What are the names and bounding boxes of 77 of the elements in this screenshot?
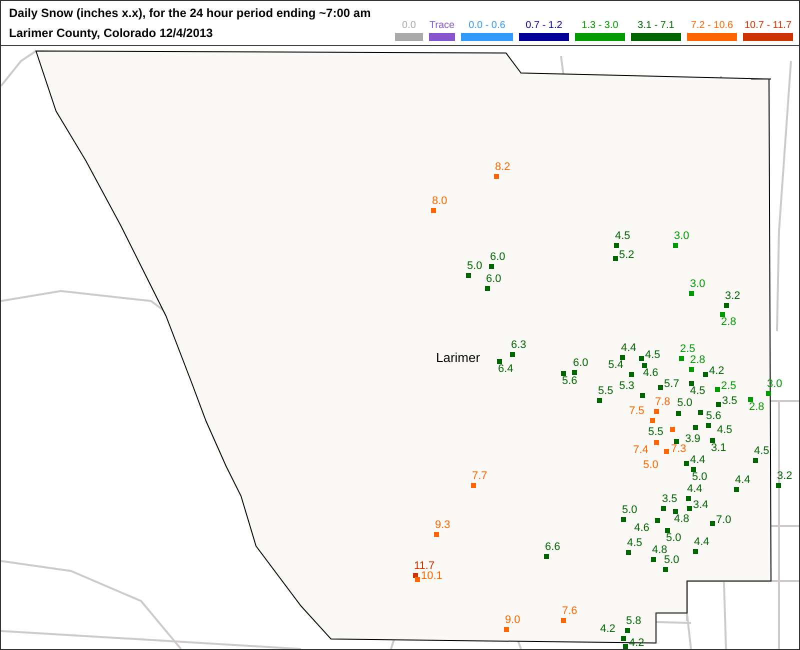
snowfall-value: 3.2 [725,291,740,302]
snowfall-value: 5.3 [619,381,634,392]
snowfall-value: 8.0 [432,196,448,207]
snowfall-value: 3.5 [722,396,738,407]
snowfall-value: 5.5 [648,427,664,438]
snowfall-value: 3.9 [685,434,700,445]
map-title: Daily Snow (inches x.x), for the 24 hour period ending ~7:00 am [9,6,371,20]
snowfall-value: 5.0 [692,472,708,483]
snowfall-value: 5.0 [622,505,638,516]
legend-label: Trace [429,20,455,32]
legend-label: 7.2 - 10.6 [690,20,734,32]
snowfall-value: 3.5 [662,494,678,505]
map-subtitle: Larimer County, Colorado 12/4/2013 [9,26,214,40]
snowfall-value: 4.8 [652,545,668,556]
snowfall-value: 2.8 [749,402,764,413]
snowfall-value: 4.4 [690,455,706,466]
snowfall-value: 4.2 [600,624,616,635]
snowfall-value: 5.0 [467,261,482,272]
snowfall-value: 5.0 [664,555,680,566]
snowfall-value: 5.0 [677,398,692,409]
snowfall-value: 4.6 [643,368,658,379]
snowfall-value: 7.4 [633,445,648,456]
snowfall-value: 4.4 [621,343,636,354]
snowfall-value: 7.0 [716,515,732,526]
snowfall-value: 5.5 [598,386,614,397]
snowfall-value: 3.1 [711,443,726,454]
snowfall-value: 2.8 [690,355,706,366]
county-label: Larimer [436,350,480,365]
snowfall-value: 4.5 [615,231,630,242]
snowfall-value: 8.2 [495,162,510,173]
legend-label: 0.0 - 0.6 [468,20,506,32]
snowfall-value: 6.4 [498,364,514,375]
snowfall-value: 3.4 [693,500,708,511]
snowfall-value: 2.8 [721,317,736,328]
snowfall-value: 6.0 [490,252,506,263]
snowfall-value: 7.7 [472,471,488,482]
snowfall-value: 4.5 [627,538,642,549]
legend-label: 1.3 - 3.0 [582,20,618,32]
snowfall-value: 4.4 [694,537,710,548]
snowfall-value: 5.4 [608,360,624,371]
snowfall-value: 4.5 [754,446,770,457]
snowfall-value: 3.2 [777,471,792,482]
snowfall-value: 5.8 [626,616,642,627]
snowfall-value: 4.5 [645,350,660,361]
snowfall-value: 4.5 [717,425,732,436]
snowfall-value: 6.3 [511,340,526,351]
snowfall-value: 11.7 [414,561,435,572]
snowfall-value: 3.0 [690,279,706,290]
legend-label: 0.0 [402,20,416,32]
snowfall-value: 7.3 [671,444,686,455]
snowfall-value: 2.5 [721,381,736,392]
snowfall-value: 9.0 [505,615,520,626]
snowfall-value: 7.5 [629,406,644,417]
snowfall-value: 6.6 [545,542,560,553]
snowfall-value: 4.8 [674,514,690,525]
legend-label: 3.1 - 7.1 [638,20,674,32]
snowfall-value: 5.7 [664,379,680,390]
snowfall-value: 10.1 [421,571,442,582]
legend-label: 0.7 - 1.2 [526,20,562,32]
snowfall-value: 3.0 [674,231,690,242]
snowfall-value: 4.2 [709,366,724,377]
snowfall-value: 6.0 [486,274,502,285]
legend-label: 10.7 - 11.7 [744,20,792,32]
snowfall-value: 5.2 [619,250,634,261]
snowfall-value: 7.8 [655,397,670,408]
snowfall-value: 4.5 [690,386,706,397]
snowfall-value: 2.5 [680,344,696,355]
snowfall-value: 9.3 [435,520,450,531]
snowfall-value: 7.6 [562,606,578,617]
snowfall-value: 5.6 [562,376,578,387]
snowfall-value: 4.4 [735,475,750,486]
snowfall-value: 6.0 [573,358,588,369]
snowfall-value: 5.6 [706,411,722,422]
snowfall-value: 4.4 [687,484,702,495]
snowfall-value: 4.6 [634,523,650,534]
snowfall-value: 5.0 [666,533,682,544]
snowfall-value: 5.0 [643,460,658,471]
